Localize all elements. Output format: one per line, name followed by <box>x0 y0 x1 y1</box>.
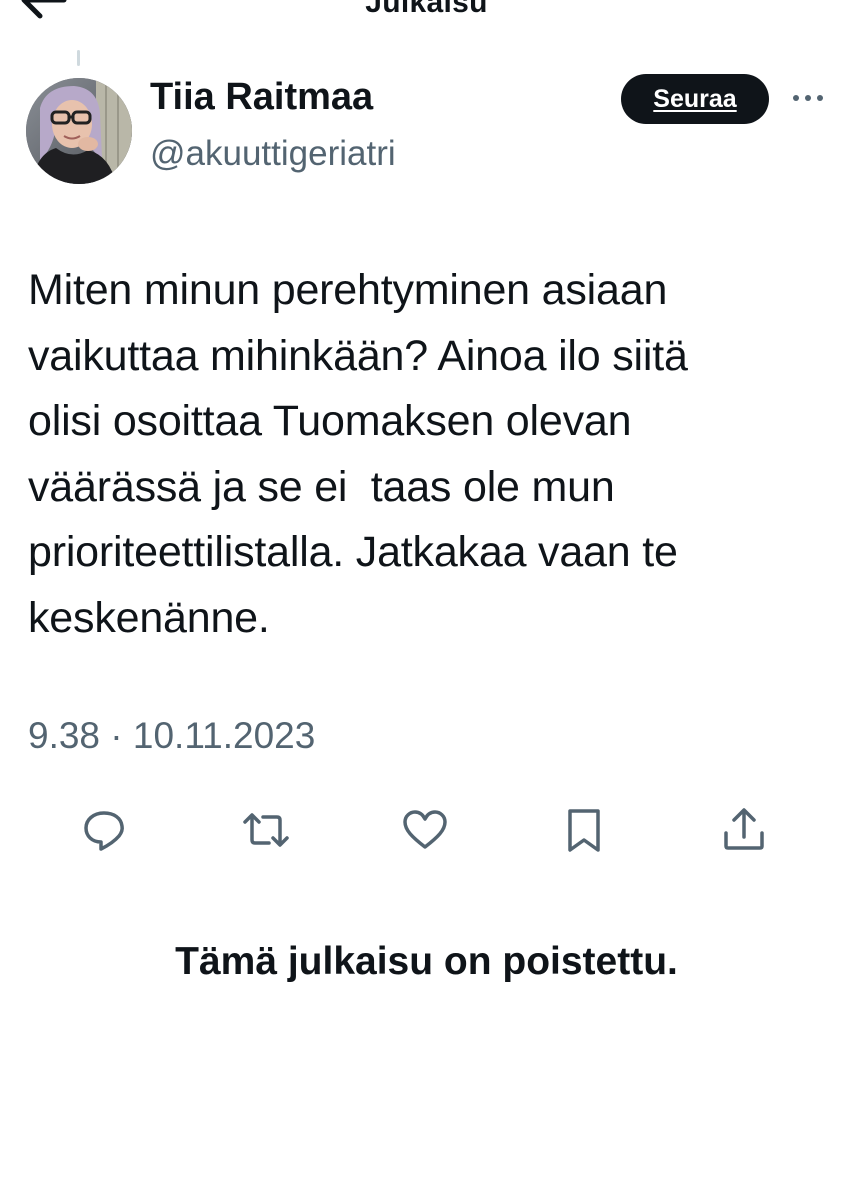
avatar-photo <box>26 78 132 184</box>
deleted-post-notice: Tämä julkaisu on poistettu. <box>175 940 678 983</box>
author-display-name[interactable]: Tiia Raitmaa <box>150 76 373 119</box>
tweet-actions-bar <box>0 805 853 855</box>
tweet-text: Miten minun perehtyminen asiaan vaikutta… <box>28 266 688 642</box>
repost-icon[interactable] <box>241 805 291 855</box>
bookmark-icon[interactable] <box>559 805 609 855</box>
share-icon[interactable] <box>719 805 769 855</box>
page-title: Julkaisu <box>365 0 488 19</box>
author-handle[interactable]: @akuuttigeriatri <box>150 134 396 174</box>
avatar[interactable] <box>26 78 132 184</box>
tweet-timestamp[interactable]: 9.38 · 10.11.2023 <box>28 715 315 757</box>
follow-button[interactable]: Seuraa <box>621 74 769 124</box>
top-bar: Julkaisu <box>0 0 853 30</box>
reply-icon[interactable] <box>79 805 129 855</box>
ellipsis-icon[interactable] <box>790 86 826 110</box>
heart-icon[interactable] <box>400 805 450 855</box>
thread-connector-line <box>77 50 80 66</box>
